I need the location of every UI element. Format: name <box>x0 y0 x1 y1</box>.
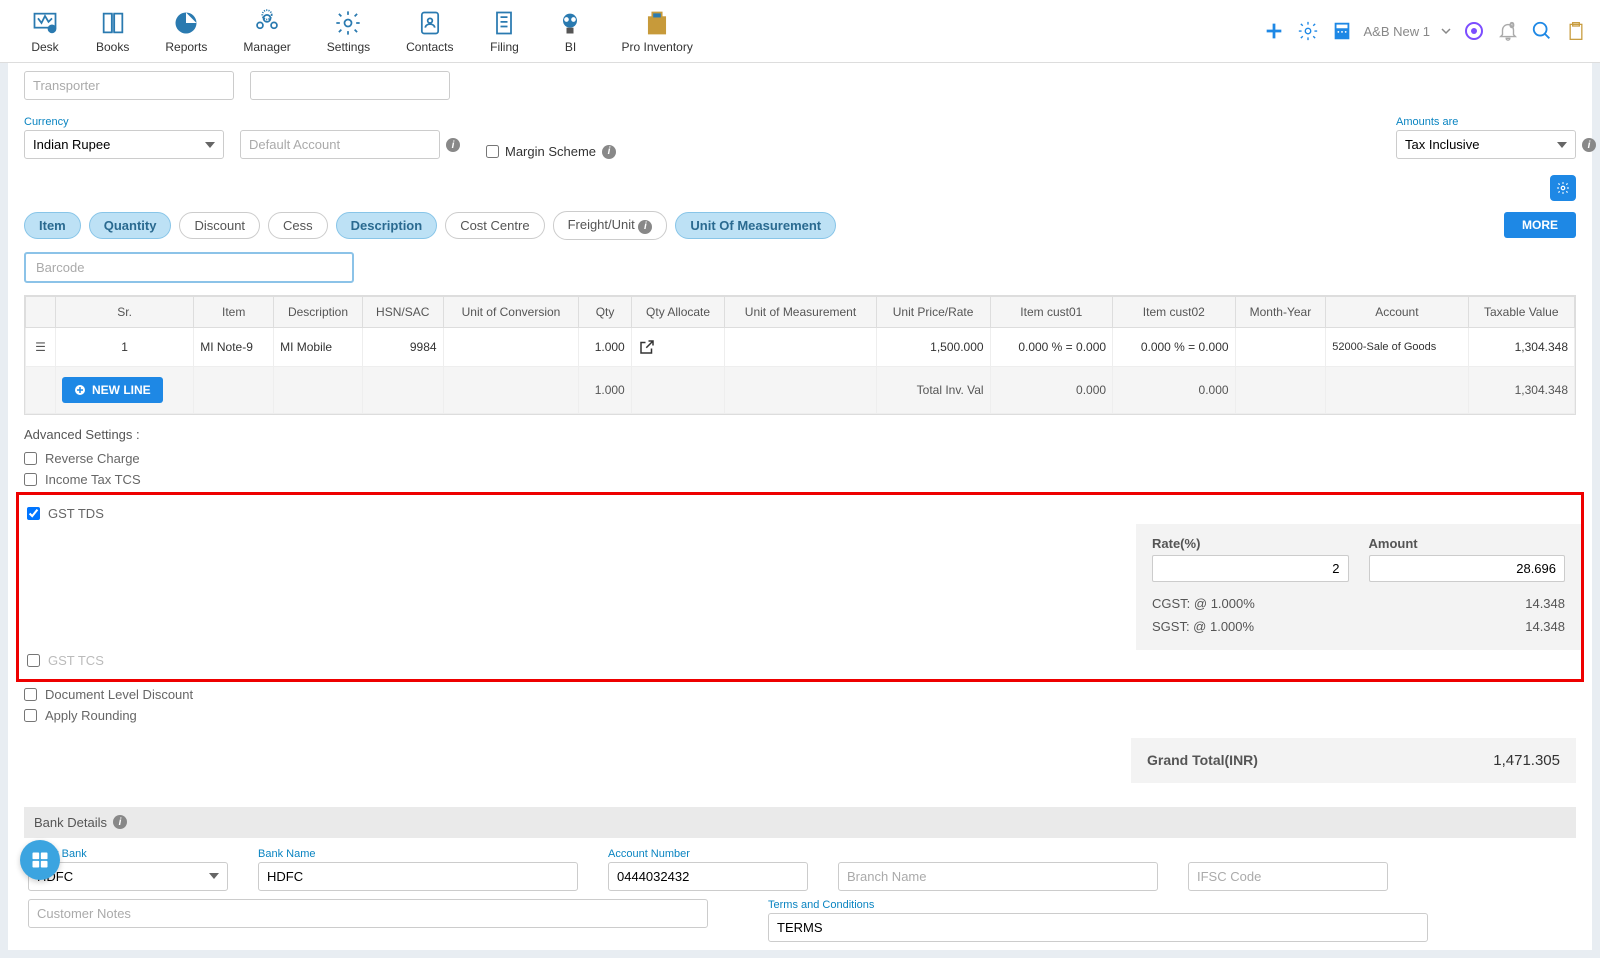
pill-item[interactable]: Item <box>24 212 81 239</box>
table-row[interactable]: ☰ 1 MI Note-9 MI Mobile 9984 1.000 1,500… <box>26 327 1575 366</box>
settings-icon <box>333 8 363 38</box>
desk-icon <box>30 8 60 38</box>
info-icon[interactable]: i <box>446 138 460 152</box>
books-icon <box>98 8 128 38</box>
doc-discount-checkbox[interactable] <box>24 688 37 701</box>
default-account-input[interactable] <box>240 130 440 159</box>
amounts-label: Amounts are <box>1396 116 1576 128</box>
amounts-select[interactable]: Tax Inclusive <box>1396 130 1576 159</box>
company-dropdown[interactable]: A&B New 1 <box>1364 24 1430 39</box>
pill-discount[interactable]: Discount <box>179 212 260 239</box>
svg-text:0: 0 <box>1510 20 1514 29</box>
bank-details-header: Bank Details <box>34 815 107 830</box>
clipboard-icon[interactable] <box>1564 19 1588 43</box>
apps-floating-button[interactable] <box>20 840 60 880</box>
open-external-icon[interactable] <box>638 338 719 356</box>
bi-icon <box>555 8 585 38</box>
nav-manager[interactable]: Manager <box>225 4 308 58</box>
customer-notes-input[interactable] <box>28 899 708 928</box>
chevron-down-icon <box>1440 25 1452 37</box>
gear-icon[interactable] <box>1296 19 1320 43</box>
sgst-value: 14.348 <box>1525 619 1565 634</box>
pill-uom[interactable]: Unit Of Measurement <box>675 212 836 239</box>
new-line-button[interactable]: NEW LINE <box>62 377 163 403</box>
top-nav: Desk Books Reports Manager Settings Cont… <box>0 0 1600 63</box>
sgst-label: SGST: @ 1.000% <box>1152 619 1254 634</box>
blank-input[interactable] <box>250 71 450 100</box>
pill-description[interactable]: Description <box>336 212 438 239</box>
nav-contacts[interactable]: Contacts <box>388 4 471 58</box>
tds-rate-input[interactable] <box>1152 555 1349 582</box>
reverse-charge-checkbox[interactable] <box>24 452 37 465</box>
currency-label: Currency <box>24 116 224 128</box>
terms-input[interactable] <box>768 913 1428 942</box>
info-icon[interactable]: i <box>113 815 127 829</box>
gst-tcs-checkbox[interactable] <box>27 654 40 667</box>
nav-filing[interactable]: Filing <box>471 4 537 58</box>
pill-quantity[interactable]: Quantity <box>89 212 172 239</box>
bank-name-input[interactable] <box>258 862 578 891</box>
cgst-value: 14.348 <box>1525 596 1565 611</box>
status-circle-icon[interactable] <box>1462 19 1486 43</box>
cgst-label: CGST: @ 1.000% <box>1152 596 1255 611</box>
contacts-icon <box>415 8 445 38</box>
currency-select[interactable]: Indian Rupee <box>24 130 224 159</box>
gst-tds-checkbox[interactable] <box>27 507 40 520</box>
line-items-table: Sr. Item Description HSN/SAC Unit of Con… <box>25 296 1575 414</box>
inventory-icon <box>642 8 672 38</box>
reports-icon <box>171 8 201 38</box>
tds-rate-label: Rate(%) <box>1152 536 1349 551</box>
pill-freight[interactable]: Freight/Unit i <box>553 211 668 240</box>
table-settings-button[interactable] <box>1550 175 1576 201</box>
gst-tds-highlight: GST TDS Rate(%) Amount CGST: @ 1.000%14.… <box>16 492 1584 682</box>
nav-pro-inventory[interactable]: Pro Inventory <box>603 4 710 58</box>
nav-bi[interactable]: BI <box>537 4 603 58</box>
info-icon: i <box>638 220 652 234</box>
account-number-input[interactable] <box>608 862 808 891</box>
pill-cess[interactable]: Cess <box>268 212 328 239</box>
main-form: Currency Indian Rupee i Margin Scheme i … <box>8 63 1592 950</box>
nav-books[interactable]: Books <box>78 4 147 58</box>
info-icon[interactable]: i <box>1582 138 1596 152</box>
barcode-input[interactable] <box>24 252 354 283</box>
tds-amount-input[interactable] <box>1369 555 1566 582</box>
income-tcs-checkbox[interactable] <box>24 473 37 486</box>
search-icon[interactable] <box>1530 19 1554 43</box>
nav-reports[interactable]: Reports <box>147 4 225 58</box>
grand-total-label: Grand Total(INR) <box>1147 752 1258 768</box>
nav-settings[interactable]: Settings <box>309 4 388 58</box>
advanced-settings-title: Advanced Settings : <box>24 427 1576 442</box>
margin-scheme-checkbox[interactable] <box>486 145 499 158</box>
transporter-input[interactable] <box>24 71 234 100</box>
calculator-icon[interactable] <box>1330 19 1354 43</box>
manager-icon <box>252 8 282 38</box>
rounding-checkbox[interactable] <box>24 709 37 722</box>
drag-handle-icon[interactable]: ☰ <box>35 340 46 354</box>
plus-icon[interactable] <box>1262 19 1286 43</box>
margin-scheme-label: Margin Scheme <box>505 144 596 159</box>
pill-cost-centre[interactable]: Cost Centre <box>445 212 544 239</box>
ifsc-input[interactable] <box>1188 862 1388 891</box>
filing-icon <box>489 8 519 38</box>
more-button[interactable]: MORE <box>1504 212 1576 238</box>
grand-total-value: 1,471.305 <box>1493 752 1560 769</box>
info-icon[interactable]: i <box>602 145 616 159</box>
tds-amount-label: Amount <box>1369 536 1566 551</box>
notification-icon[interactable]: 0 <box>1496 19 1520 43</box>
branch-input[interactable] <box>838 862 1158 891</box>
nav-desk[interactable]: Desk <box>12 4 78 58</box>
